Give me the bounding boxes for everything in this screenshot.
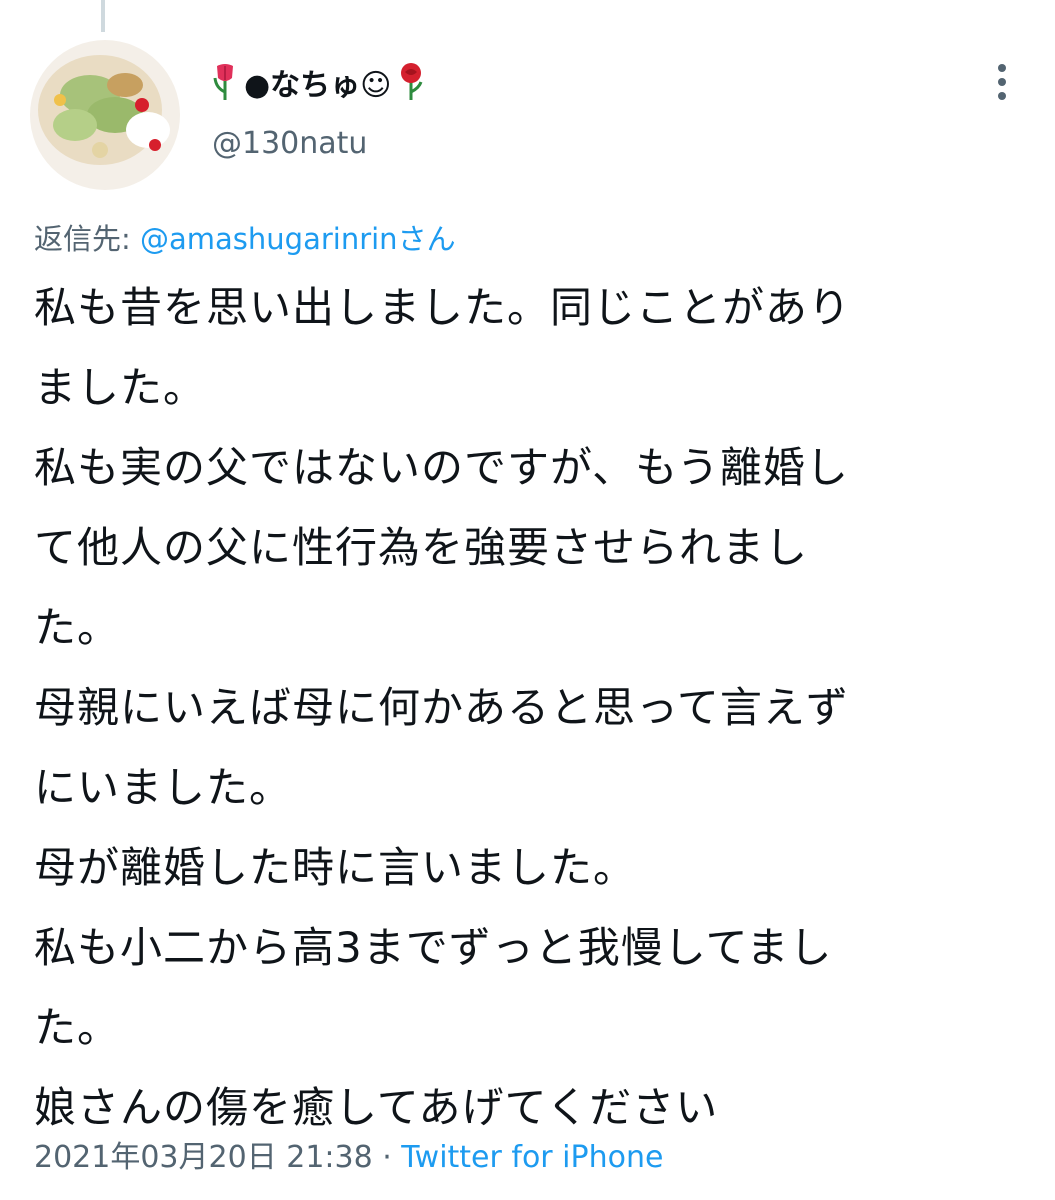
tweet-text-line: 母親にいえば母に何かあると思って言えず xyxy=(34,683,849,732)
tweet-text-line: 私も昔を思い出しました。同じことがあり xyxy=(34,283,852,332)
tweet-text-line: た。 xyxy=(34,1003,121,1052)
tweet-text-line: 私も実の父ではないのですが、もう離婚し xyxy=(34,443,849,492)
tweet-text-line: て他人の父に性行為を強要させられまし xyxy=(34,523,809,572)
tweet-text-line: ました。 xyxy=(34,363,207,412)
thread-connector-line xyxy=(101,0,105,32)
tweet-text: 私も昔を思い出しました。同じことがあり ました。 私も実の父ではないのですが、も… xyxy=(34,268,1024,1148)
display-name-row[interactable]: ●なちゅ☺ xyxy=(212,58,425,106)
reply-context: 返信先: @amashugarinrinさん xyxy=(34,216,456,258)
more-vertical-icon[interactable] xyxy=(988,58,1016,106)
display-name: ●なちゅ☺ xyxy=(244,68,392,103)
source-link[interactable]: Twitter for iPhone xyxy=(401,1140,663,1175)
tweet-text-line: た。 xyxy=(34,603,121,652)
rose-icon xyxy=(397,62,425,102)
tulip-icon xyxy=(212,62,238,102)
timestamp[interactable]: 2021年03月20日 21:38 xyxy=(34,1140,373,1175)
meta-separator: · xyxy=(372,1140,402,1175)
avatar[interactable] xyxy=(30,40,180,190)
tweet-text-line: 母が離婚した時に言いました。 xyxy=(34,843,637,892)
avatar-image xyxy=(30,40,180,190)
tweet-text-line: にいました。 xyxy=(34,763,293,812)
tweet-metadata: 2021年03月20日 21:38 · Twitter for iPhone xyxy=(34,1132,663,1176)
reply-suffix: さん xyxy=(397,222,456,256)
reply-mention-link[interactable]: @amashugarinrin xyxy=(140,222,398,256)
reply-label: 返信先: xyxy=(34,222,140,256)
user-handle[interactable]: @130natu xyxy=(212,126,367,161)
tweet-text-line: 私も小二から高3までずっと我慢してまし xyxy=(34,923,833,972)
